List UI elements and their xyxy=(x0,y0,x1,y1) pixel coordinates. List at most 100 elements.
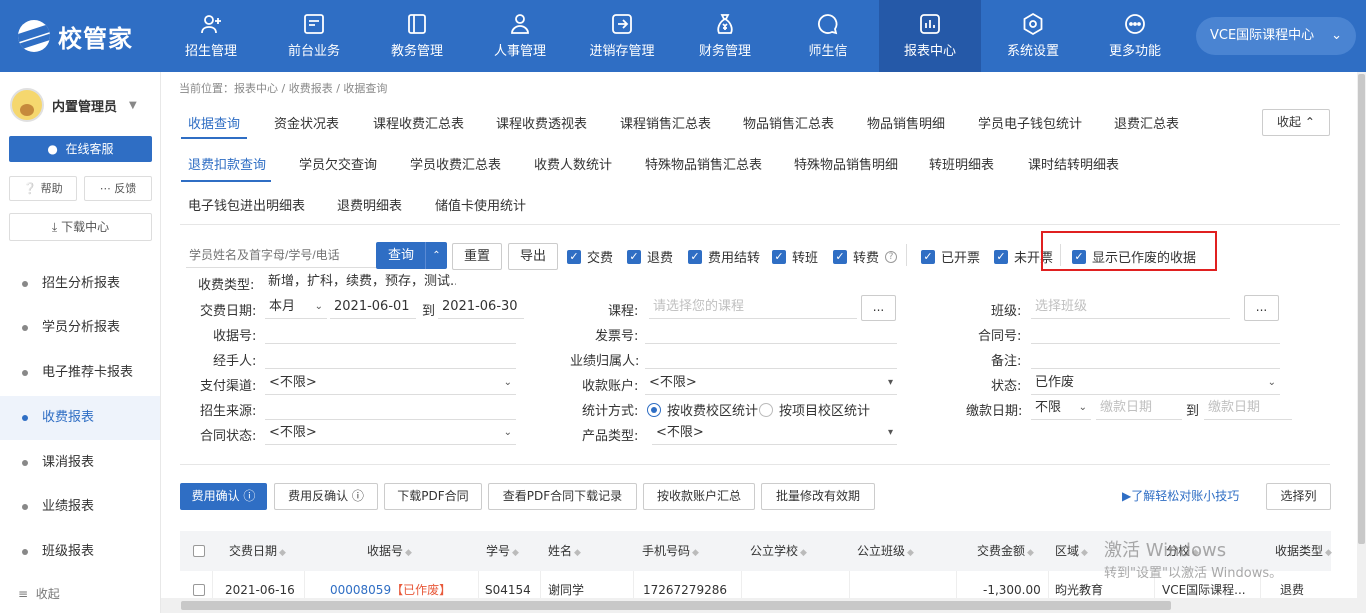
tab-receipt-query[interactable]: 收据查询 xyxy=(188,113,240,132)
export-button[interactable]: 导出 xyxy=(508,243,558,270)
horizontal-scrollbar[interactable] xyxy=(161,598,1366,613)
download-center-button[interactable]: ⤓ 下载中心 xyxy=(9,213,152,241)
query-button[interactable]: 查询 ⌃ xyxy=(376,242,447,269)
reset-button[interactable]: 重置 xyxy=(452,243,502,270)
checkbox-refund[interactable]: ✓ 退费 xyxy=(627,247,673,266)
sidebar-item-fee-report[interactable]: 收费报表 xyxy=(0,396,160,440)
col-phone[interactable]: 手机号码 ◆ xyxy=(642,531,699,571)
col-date[interactable]: 交费日期 ◆ xyxy=(229,531,286,571)
nav-settings[interactable]: 系统设置 xyxy=(982,0,1084,72)
collapse-tabs-button[interactable]: 收起 ⌃ xyxy=(1262,109,1330,136)
tab-fund-status[interactable]: 资金状况表 xyxy=(274,113,339,132)
sidebar-item-consumption-report[interactable]: 课消报表 xyxy=(0,441,160,485)
nav-messages[interactable]: 师生信 xyxy=(777,0,879,72)
tab-special-goods-detail[interactable]: 特殊物品销售明细 xyxy=(794,154,898,173)
handler-input[interactable] xyxy=(265,345,516,369)
nav-hr[interactable]: 人事管理 xyxy=(469,0,571,72)
summary-by-account-button[interactable]: 按收款账户汇总 xyxy=(643,483,755,510)
batch-validity-button[interactable]: 批量修改有效期 xyxy=(761,483,875,510)
tab-hours-carryover[interactable]: 课时结转明细表 xyxy=(1028,154,1119,173)
sidebar-item-student-report[interactable]: 学员分析报表 xyxy=(0,306,160,350)
checkbox-invoiced[interactable]: ✓ 已开票 xyxy=(921,247,980,266)
campus-selector[interactable]: VCE国际课程中心 ⌄ xyxy=(1196,17,1356,55)
checkbox-payment[interactable]: ✓ 交费 xyxy=(567,247,613,266)
checkbox-fee-transfer[interactable]: ✓ 转费? xyxy=(833,247,898,266)
nav-finance[interactable]: 财务管理 xyxy=(674,0,776,72)
feedback-button[interactable]: ⋯ 反馈 xyxy=(84,176,152,201)
col-name[interactable]: 姓名 ◆ xyxy=(548,531,581,571)
contract-input[interactable] xyxy=(1031,320,1280,344)
tab-transfer-detail[interactable]: 转班明细表 xyxy=(929,154,994,173)
sidebar-item-referral-report[interactable]: 电子推荐卡报表 xyxy=(0,351,160,395)
choose-columns-button[interactable]: 选择列 xyxy=(1266,483,1331,510)
pay-channel-select[interactable]: <不限> ⌄ xyxy=(265,371,516,395)
tab-arrears[interactable]: 学员欠交查询 xyxy=(299,154,377,173)
tab-card-usage[interactable]: 储值卡使用统计 xyxy=(435,195,526,214)
checkbox-class-transfer[interactable]: ✓ 转班 xyxy=(772,247,818,266)
nav-front-desk[interactable]: 前台业务 xyxy=(263,0,365,72)
fee-unconfirm-button[interactable]: 费用反确认 ⓘ xyxy=(274,483,378,510)
col-region[interactable]: 区域 ◆ xyxy=(1055,531,1088,571)
course-input[interactable]: 请选择您的课程 xyxy=(649,295,857,319)
help-circle-icon[interactable]: ? xyxy=(885,250,898,263)
nav-more[interactable]: 更多功能 xyxy=(1084,0,1186,72)
class-picker-button[interactable]: ... xyxy=(1244,295,1279,321)
col-public-class[interactable]: 公立班级 ◆ xyxy=(857,531,914,571)
paydate-to-input[interactable]: 缴款日期 xyxy=(1204,396,1292,420)
sidebar-collapse-button[interactable]: ≡ 收起 xyxy=(18,585,60,602)
col-receipt[interactable]: 收据号 ◆ xyxy=(367,531,412,571)
tab-refund-deduction[interactable]: 退费扣款查询 xyxy=(188,154,266,173)
select-all-checkbox[interactable] xyxy=(193,545,205,557)
col-public-school[interactable]: 公立学校 ◆ xyxy=(750,531,807,571)
user-profile[interactable]: 内置管理员 ▼ xyxy=(10,88,137,122)
sidebar-item-recruitment-report[interactable]: 招生分析报表 xyxy=(0,262,160,306)
product-type-select[interactable]: <不限> ▾ xyxy=(652,421,897,445)
double-chevron-up-icon[interactable]: ⌃ xyxy=(425,242,447,269)
tab-special-goods-summary[interactable]: 特殊物品销售汇总表 xyxy=(645,154,762,173)
tab-course-fee-pivot[interactable]: 课程收费透视表 xyxy=(496,113,587,132)
scrollbar-thumb[interactable] xyxy=(181,601,1171,610)
tab-payer-count[interactable]: 收费人数统计 xyxy=(534,154,612,173)
fee-confirm-button[interactable]: 费用确认 ⓘ xyxy=(180,483,267,510)
app-logo[interactable]: 校管家 xyxy=(18,18,133,54)
nav-academic[interactable]: 教务管理 xyxy=(366,0,468,72)
tab-goods-sales-detail[interactable]: 物品销售明细 xyxy=(867,113,945,132)
tab-course-sales-summary[interactable]: 课程销售汇总表 xyxy=(620,113,711,132)
date-to-input[interactable]: 2021-06-30 xyxy=(438,295,524,319)
class-input[interactable]: 选择班级 xyxy=(1031,295,1230,319)
vertical-scrollbar[interactable] xyxy=(1357,72,1366,598)
sidebar-item-performance-report[interactable]: 业绩报表 xyxy=(0,485,160,529)
tab-refund-detail[interactable]: 退费明细表 xyxy=(337,195,402,214)
nav-recruitment[interactable]: 招生管理 xyxy=(160,0,262,72)
col-amount[interactable]: 交费金额 ◆ xyxy=(977,531,1034,571)
source-input[interactable] xyxy=(265,396,516,420)
tab-goods-sales-summary[interactable]: 物品销售汇总表 xyxy=(743,113,834,132)
col-student-no[interactable]: 学号 ◆ xyxy=(486,531,519,571)
fee-type-select[interactable]: 新增，扩科，续费，预存，测试... xyxy=(264,270,456,294)
reconcile-tip-link[interactable]: ▶了解轻松对账小技巧 xyxy=(1122,487,1239,504)
search-input[interactable] xyxy=(186,242,376,268)
row-checkbox[interactable] xyxy=(193,584,205,596)
sidebar-item-class-report[interactable]: 班级报表 xyxy=(0,530,160,574)
owner-input[interactable] xyxy=(645,345,897,369)
receipt-link[interactable]: 00008059 xyxy=(330,583,391,597)
invoice-input[interactable] xyxy=(645,320,897,344)
tab-wallet-flow[interactable]: 电子钱包进出明细表 xyxy=(188,195,305,214)
view-pdf-log-button[interactable]: 查看PDF合同下载记录 xyxy=(488,483,637,510)
receipt-input[interactable] xyxy=(265,320,516,344)
course-picker-button[interactable]: ... xyxy=(861,295,896,321)
tab-refund-summary[interactable]: 退费汇总表 xyxy=(1114,113,1179,132)
paydate-range-select[interactable]: 不限 ⌄ xyxy=(1031,396,1091,420)
date-range-select[interactable]: 本月 ⌄ xyxy=(265,295,327,319)
tab-student-fee-summary[interactable]: 学员收费汇总表 xyxy=(410,154,501,173)
checkbox-fee-carryover[interactable]: ✓ 费用结转 xyxy=(688,247,760,266)
nav-inventory[interactable]: 进销存管理 xyxy=(571,0,673,72)
tab-wallet-stats[interactable]: 学员电子钱包统计 xyxy=(978,113,1082,132)
col-receipt-type[interactable]: 收据类型 ◆ xyxy=(1275,531,1332,571)
download-pdf-button[interactable]: 下载PDF合同 xyxy=(384,483,482,510)
radio-by-fee-campus[interactable]: 按收费校区统计 xyxy=(647,400,758,419)
scrollbar-thumb[interactable] xyxy=(1358,74,1365,544)
online-service-button[interactable]: ● 在线客服 xyxy=(9,136,152,162)
nav-reports[interactable]: 报表中心 xyxy=(879,0,981,72)
paydate-from-input[interactable]: 缴款日期 xyxy=(1096,396,1182,420)
